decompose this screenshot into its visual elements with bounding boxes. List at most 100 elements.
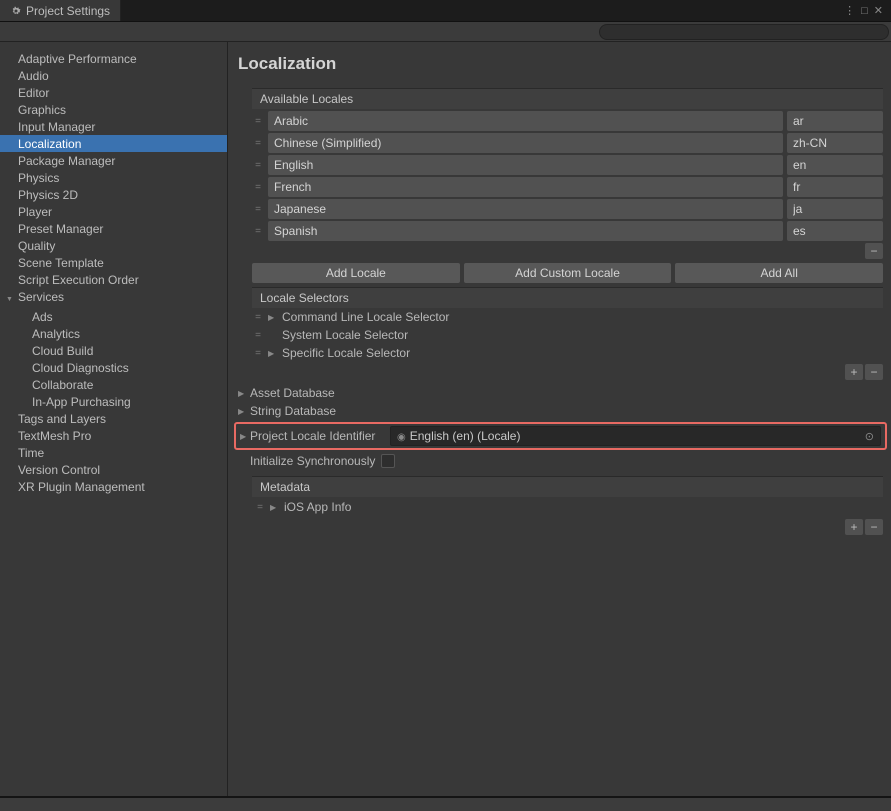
sidebar-item-localization[interactable]: Localization (0, 135, 227, 152)
remove-locale-button[interactable]: − (865, 243, 883, 259)
selector-label: System Locale Selector (282, 328, 408, 342)
locale-name-field[interactable] (268, 133, 783, 153)
sidebar-item-in-app-purchasing[interactable]: In-App Purchasing (0, 393, 227, 410)
selector-list: = ▶ Command Line Locale Selector = System Lo… (238, 308, 883, 362)
tab-label: Project Settings (26, 4, 110, 18)
search-input[interactable] (599, 24, 889, 40)
locale-row: = (252, 221, 883, 241)
locale-row: = (252, 199, 883, 219)
drag-handle-icon[interactable]: = (252, 182, 264, 193)
object-picker-icon[interactable]: ⊙ (865, 430, 874, 443)
sidebar-item-collaborate[interactable]: Collaborate (0, 376, 227, 393)
tab-project-settings[interactable]: Project Settings (0, 0, 121, 21)
locale-name-field[interactable] (268, 111, 783, 131)
project-locale-identifier-row: ▶ Project Locale Identifier ◉English (en… (234, 422, 887, 450)
toolbar: 🔍 (0, 22, 891, 42)
sidebar-item-audio[interactable]: Audio (0, 67, 227, 84)
metadata-item[interactable]: = ▶ iOS App Info (252, 497, 883, 517)
locale-code-field[interactable] (787, 221, 883, 241)
drag-handle-icon[interactable]: = (252, 116, 264, 127)
sidebar-item-time[interactable]: Time (0, 444, 227, 461)
locale-name-field[interactable] (268, 177, 783, 197)
foldout-icon: ▶ (270, 503, 280, 512)
locale-name-field[interactable] (268, 199, 783, 219)
foldout-icon: ▶ (268, 313, 278, 322)
sidebar-item-scene-template[interactable]: Scene Template (0, 254, 227, 271)
sidebar-item-preset-manager[interactable]: Preset Manager (0, 220, 227, 237)
sidebar-item-adaptive-performance[interactable]: Adaptive Performance (0, 50, 227, 67)
close-icon[interactable]: ✕ (872, 4, 885, 17)
add-custom-locale-button[interactable]: Add Custom Locale (464, 263, 672, 283)
metadata-header: Metadata (252, 476, 883, 497)
sidebar-item-version-control[interactable]: Version Control (0, 461, 227, 478)
drag-handle-icon[interactable]: = (252, 138, 264, 149)
sidebar-item-physics-2d[interactable]: Physics 2D (0, 186, 227, 203)
drag-handle-icon[interactable]: = (252, 348, 264, 359)
sidebar-item-tags-and-layers[interactable]: Tags and Layers (0, 410, 227, 427)
locale-row: = (252, 155, 883, 175)
locale-code-field[interactable] (787, 111, 883, 131)
sidebar-item-graphics[interactable]: Graphics (0, 101, 227, 118)
selector-row[interactable]: = ▶ Command Line Locale Selector (238, 308, 883, 326)
page-title: Localization (238, 54, 883, 74)
init-sync-checkbox[interactable] (381, 454, 395, 468)
remove-metadata-button[interactable]: − (865, 519, 883, 535)
sidebar-item-script-execution-order[interactable]: Script Execution Order (0, 271, 227, 288)
add-locale-button[interactable]: Add Locale (252, 263, 460, 283)
drag-handle-icon[interactable]: = (252, 312, 264, 323)
add-all-button[interactable]: Add All (675, 263, 883, 283)
sidebar-item-quality[interactable]: Quality (0, 237, 227, 254)
drag-handle-icon[interactable]: = (252, 160, 264, 171)
locale-row: = (252, 177, 883, 197)
sidebar-item-xr-plugin-management[interactable]: XR Plugin Management (0, 478, 227, 495)
content-area: Localization Available Locales ====== − … (228, 42, 891, 796)
drag-handle-icon[interactable]: = (252, 330, 264, 341)
sidebar-item-cloud-diagnostics[interactable]: Cloud Diagnostics (0, 359, 227, 376)
add-metadata-button[interactable]: + (845, 519, 863, 535)
sidebar-item-physics[interactable]: Physics (0, 169, 227, 186)
sidebar-item-textmesh-pro[interactable]: TextMesh Pro (0, 427, 227, 444)
asset-database-row[interactable]: ▶ Asset Database (238, 384, 883, 402)
sidebar-item-input-manager[interactable]: Input Manager (0, 118, 227, 135)
locale-name-field[interactable] (268, 221, 783, 241)
locale-code-field[interactable] (787, 133, 883, 153)
locale-row: = (252, 111, 883, 131)
drag-handle-icon[interactable]: = (252, 204, 264, 215)
drag-handle-icon[interactable]: = (254, 502, 266, 513)
locale-code-field[interactable] (787, 155, 883, 175)
sidebar-item-cloud-build[interactable]: Cloud Build (0, 342, 227, 359)
locale-asset-icon: ◉ (397, 432, 406, 443)
sidebar-item-editor[interactable]: Editor (0, 84, 227, 101)
menu-icon[interactable]: ⋮ (842, 4, 857, 17)
project-locale-id-label: Project Locale Identifier (250, 429, 384, 443)
selector-row[interactable]: = System Locale Selector (238, 326, 883, 344)
drag-handle-icon[interactable]: = (252, 226, 264, 237)
foldout-icon: ▶ (268, 349, 278, 358)
locale-code-field[interactable] (787, 199, 883, 219)
selector-row[interactable]: = ▶ Specific Locale Selector (238, 344, 883, 362)
selector-label: Specific Locale Selector (282, 346, 410, 360)
foldout-icon[interactable]: ▶ (240, 432, 250, 441)
locale-code-field[interactable] (787, 177, 883, 197)
gear-icon (10, 4, 22, 18)
window-controls: ⋮ □ ✕ (836, 0, 891, 21)
string-database-row[interactable]: ▶ String Database (238, 402, 883, 420)
sidebar-item-services[interactable]: Services (0, 288, 227, 308)
sidebar-item-ads[interactable]: Ads (0, 308, 227, 325)
available-locales-header: Available Locales (252, 88, 883, 109)
add-selector-button[interactable]: + (845, 364, 863, 380)
selector-label: Command Line Locale Selector (282, 310, 449, 324)
sidebar-item-player[interactable]: Player (0, 203, 227, 220)
project-locale-id-field[interactable]: ◉English (en) (Locale) ⊙ (390, 426, 881, 446)
sidebar-item-analytics[interactable]: Analytics (0, 325, 227, 342)
locale-selectors-header: Locale Selectors (252, 287, 883, 308)
footer-bar (0, 796, 891, 811)
maximize-icon[interactable]: □ (859, 5, 870, 17)
tab-bar-empty (121, 0, 836, 21)
remove-selector-button[interactable]: − (865, 364, 883, 380)
locale-name-field[interactable] (268, 155, 783, 175)
foldout-icon: ▶ (238, 389, 248, 398)
sidebar: Adaptive PerformanceAudioEditorGraphicsI… (0, 42, 228, 796)
sidebar-item-package-manager[interactable]: Package Manager (0, 152, 227, 169)
initialize-synchronously-row: Initialize Synchronously (238, 452, 883, 470)
